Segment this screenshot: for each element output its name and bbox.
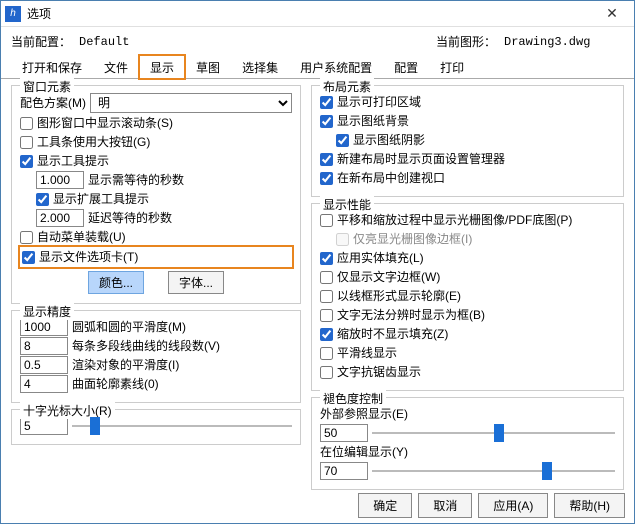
close-button[interactable]: ✕ [594, 2, 630, 26]
chk-paper-bg[interactable] [320, 115, 333, 128]
lbl-file-tabs: 显示文件选项卡(T) [39, 248, 138, 266]
polyline-segments-label: 每条多段线曲线的线段数(V) [72, 337, 220, 355]
lbl-large-buttons: 工具条使用大按钮(G) [37, 133, 150, 151]
chk-printable-area[interactable] [320, 96, 333, 109]
tabs-bar: 打开和保存 文件 显示 草图 选择集 用户系统配置 配置 打印 [1, 52, 634, 79]
group-display-perf: 显示性能 平移和缩放过程中显示光栅图像/PDF底图(P) 仅亮显光栅图像边框(I… [311, 203, 624, 391]
help-button[interactable]: 帮助(H) [554, 493, 625, 518]
chk-solid-fill[interactable] [320, 252, 333, 265]
lbl-text-frame: 仅显示文字边框(W) [337, 268, 440, 286]
apply-button[interactable]: 应用(A) [478, 493, 548, 518]
color-scheme-label: 配色方案(M) [20, 94, 86, 112]
group-title-display-precision: 显示精度 [20, 303, 74, 320]
group-crosshair: 十字光标大小(R) [11, 409, 301, 445]
group-layout-elements: 布局元素 显示可打印区域 显示图纸背景 显示图纸阴影 新建布局时显示页面设置管理… [311, 85, 624, 197]
color-scheme-select[interactable]: 明 [90, 93, 292, 113]
lbl-new-layout-setup: 新建布局时显示页面设置管理器 [337, 150, 505, 168]
lbl-illegible-text: 文字无法分辨时显示为框(B) [337, 306, 485, 324]
chk-smooth-line[interactable] [320, 347, 333, 360]
config-info-row: 当前配置： Default 当前图形： Drawing3.dwg [1, 27, 634, 52]
current-config-label: 当前配置： [11, 33, 71, 50]
chk-file-tabs[interactable] [22, 251, 35, 264]
arc-smooth-label: 圆弧和圆的平滑度(M) [72, 318, 186, 336]
chk-scrollbars[interactable] [20, 117, 33, 130]
tab-user-sys[interactable]: 用户系统配置 [289, 55, 383, 79]
chk-no-fill-zoom[interactable] [320, 328, 333, 341]
render-smooth-label: 渲染对象的平滑度(I) [72, 356, 179, 374]
group-fade-control: 褪色度控制 外部参照显示(E) 在位编辑显示(Y) [311, 397, 624, 490]
chk-tooltips[interactable] [20, 155, 33, 168]
tab-display[interactable]: 显示 [139, 55, 185, 79]
lbl-smooth-line: 平滑线显示 [337, 344, 397, 362]
group-title-display-perf: 显示性能 [320, 196, 374, 213]
inplace-slider[interactable] [372, 463, 615, 479]
lbl-ext-tooltips: 显示扩展工具提示 [53, 190, 149, 208]
xref-value-input[interactable] [320, 424, 368, 442]
polyline-segments-input[interactable] [20, 337, 68, 355]
window-title: 选项 [27, 5, 51, 22]
app-icon: h [5, 6, 21, 22]
group-title-crosshair: 十字光标大小(R) [20, 402, 115, 419]
inplace-label: 在位编辑显示(Y) [320, 443, 408, 461]
surface-contour-label: 曲面轮廓素线(0) [72, 375, 159, 393]
chk-ext-tooltips[interactable] [36, 193, 49, 206]
current-config-value: Default [79, 35, 199, 49]
title-bar: h 选项 ✕ [1, 1, 634, 27]
seconds-show-input[interactable] [36, 171, 84, 189]
chk-large-buttons[interactable] [20, 136, 33, 149]
lbl-wireframe-silh: 以线框形式显示轮廓(E) [337, 287, 461, 305]
crosshair-size-input[interactable] [20, 417, 68, 435]
lbl-paper-bg: 显示图纸背景 [337, 112, 409, 130]
lbl-paper-shadow: 显示图纸阴影 [353, 131, 425, 149]
lbl-printable-area: 显示可打印区域 [337, 93, 421, 111]
chk-text-frame[interactable] [320, 271, 333, 284]
chk-create-viewport[interactable] [320, 172, 333, 185]
surface-contour-input[interactable] [20, 375, 68, 393]
cancel-button[interactable]: 取消 [418, 493, 472, 518]
lbl-scrollbars: 图形窗口中显示滚动条(S) [37, 114, 173, 132]
crosshair-slider[interactable] [72, 418, 292, 434]
chk-pan-zoom-raster[interactable] [320, 214, 333, 227]
group-title-window-elements: 窗口元素 [20, 78, 74, 95]
chk-wireframe-silh[interactable] [320, 290, 333, 303]
chk-new-layout-setup[interactable] [320, 153, 333, 166]
ok-button[interactable]: 确定 [358, 493, 412, 518]
seconds-delay-input[interactable] [36, 209, 84, 227]
xref-label: 外部参照显示(E) [320, 405, 408, 423]
color-button[interactable]: 颜色... [88, 271, 144, 294]
group-display-precision: 显示精度 圆弧和圆的平滑度(M) 每条多段线曲线的线段数(V) 渲染对象的平滑度… [11, 310, 301, 403]
current-drawing-label: 当前图形： [436, 33, 496, 50]
lbl-no-fill-zoom: 缩放时不显示填充(Z) [337, 325, 448, 343]
group-title-layout-elements: 布局元素 [320, 78, 374, 95]
tab-selection[interactable]: 选择集 [231, 55, 289, 79]
seconds-show-label: 显示需等待的秒数 [88, 171, 184, 189]
tab-print[interactable]: 打印 [429, 55, 475, 79]
lbl-pan-zoom-raster: 平移和缩放过程中显示光栅图像/PDF底图(P) [337, 211, 572, 229]
group-title-fade-control: 褪色度控制 [320, 390, 386, 407]
chk-illegible-text[interactable] [320, 309, 333, 322]
dialog-buttons: 确定 取消 应用(A) 帮助(H) [358, 493, 625, 518]
lbl-solid-fill: 应用实体填充(L) [337, 249, 424, 267]
chk-paper-shadow[interactable] [336, 134, 349, 147]
lbl-auto-menu-load: 自动菜单装载(U) [37, 228, 126, 246]
chk-antialias-text[interactable] [320, 366, 333, 379]
chk-auto-menu-load[interactable] [20, 231, 33, 244]
tab-config[interactable]: 配置 [383, 55, 429, 79]
tab-file[interactable]: 文件 [93, 55, 139, 79]
lbl-antialias-text: 文字抗锯齿显示 [337, 363, 421, 381]
font-button[interactable]: 字体... [168, 271, 224, 294]
seconds-delay-label: 延迟等待的秒数 [88, 209, 172, 227]
tab-open-save[interactable]: 打开和保存 [11, 55, 93, 79]
render-smooth-input[interactable] [20, 356, 68, 374]
lbl-tooltips: 显示工具提示 [37, 152, 109, 170]
inplace-value-input[interactable] [320, 462, 368, 480]
arc-smooth-input[interactable] [20, 318, 68, 336]
tab-drafting[interactable]: 草图 [185, 55, 231, 79]
current-drawing-value: Drawing3.dwg [504, 35, 624, 49]
lbl-highlight-raster-frame: 仅亮显光栅图像边框(I) [353, 230, 472, 248]
chk-highlight-raster-frame [336, 233, 349, 246]
group-window-elements: 窗口元素 配色方案(M) 明 图形窗口中显示滚动条(S) 工具条使用大按钮(G)… [11, 85, 301, 304]
lbl-create-viewport: 在新布局中创建视口 [337, 169, 445, 187]
xref-slider[interactable] [372, 425, 615, 441]
